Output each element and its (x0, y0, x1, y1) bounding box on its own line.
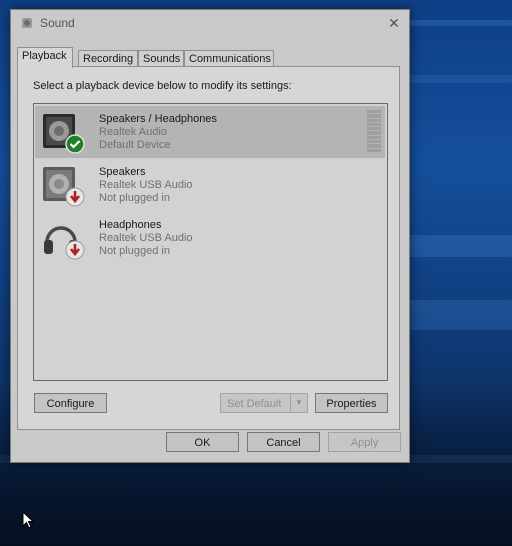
properties-label: Properties (326, 398, 377, 410)
close-button[interactable]: ✕ (379, 10, 409, 36)
device-name: Speakers / Headphones (99, 113, 218, 125)
playback-panel: Select a playback device below to modify… (17, 66, 400, 430)
tab-recording[interactable]: Recording (78, 50, 138, 67)
tab-playback[interactable]: Playback (17, 47, 73, 68)
device-name: Speakers (99, 166, 146, 178)
window-title: Sound (40, 16, 75, 30)
chevron-down-icon[interactable]: ▼ (290, 394, 307, 412)
desktop-light-streak (405, 20, 512, 26)
close-icon: ✕ (388, 14, 400, 31)
mouse-cursor-icon (22, 511, 34, 529)
device-driver: Realtek USB Audio (99, 179, 193, 191)
device-status: Not plugged in (99, 192, 170, 204)
device-item[interactable]: Speakers Realtek USB Audio Not plugged i… (35, 159, 385, 211)
device-status: Not plugged in (99, 245, 170, 257)
desktop-light-streak (405, 300, 512, 330)
speaker-icon (43, 167, 85, 207)
device-driver: Realtek USB Audio (99, 232, 193, 244)
apply-button[interactable]: Apply (328, 432, 401, 452)
configure-button[interactable]: Configure (34, 393, 107, 413)
instruction-text: Select a playback device below to modify… (33, 80, 292, 92)
properties-button[interactable]: Properties (315, 393, 388, 413)
device-status: Default Device (99, 139, 171, 151)
tab-communications[interactable]: Communications (184, 50, 274, 67)
set-default-button[interactable]: Set Default ▼ (220, 393, 308, 413)
device-name: Headphones (99, 219, 162, 231)
device-item[interactable]: Speakers / Headphones Realtek Audio Defa… (35, 106, 385, 158)
set-default-label: Set Default (227, 398, 282, 410)
speaker-icon (22, 18, 32, 28)
device-list[interactable]: Speakers / Headphones Realtek Audio Defa… (33, 103, 388, 381)
speaker-icon (43, 114, 85, 154)
tab-sounds[interactable]: Sounds (138, 50, 184, 67)
volume-meter (367, 110, 381, 152)
title-bar[interactable]: Sound ✕ (11, 10, 409, 36)
device-driver: Realtek Audio (99, 126, 167, 138)
ok-button[interactable]: OK (166, 432, 239, 452)
desktop-light-streak (405, 235, 512, 257)
configure-label: Configure (46, 398, 95, 410)
sound-dialog: Sound ✕ Playback Recording Sounds Commun… (10, 9, 410, 463)
device-item[interactable]: Headphones Realtek USB Audio Not plugged… (35, 212, 385, 264)
headphones-icon (44, 226, 85, 260)
cancel-button[interactable]: Cancel (247, 432, 320, 452)
desktop-light-streak (405, 75, 512, 83)
